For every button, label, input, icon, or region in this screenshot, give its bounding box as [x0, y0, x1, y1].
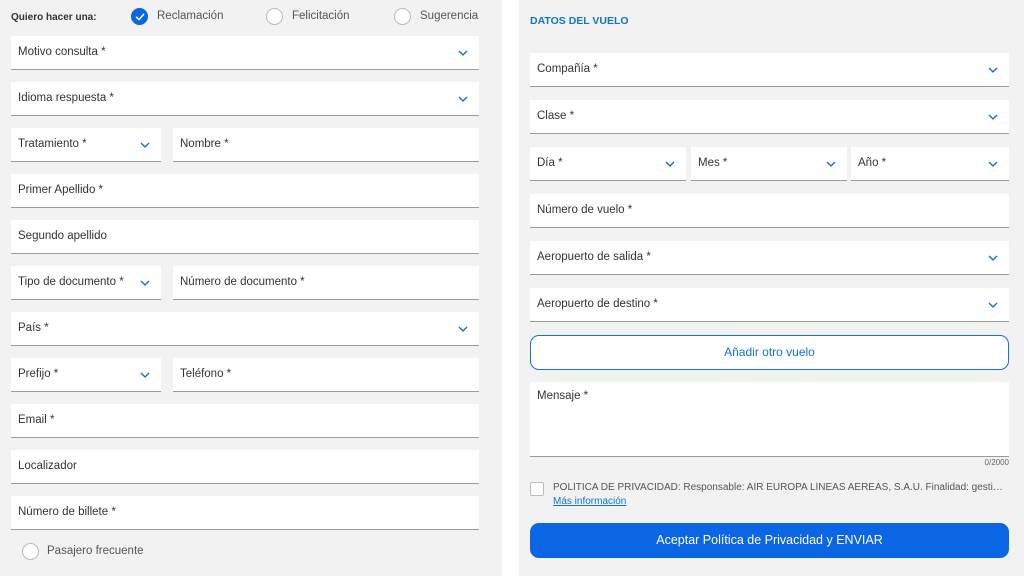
field-label: Motivo consulta *: [18, 46, 106, 58]
prefijo-select[interactable]: Prefijo *: [11, 358, 161, 392]
nombre-input[interactable]: Nombre *: [173, 128, 479, 162]
field-label: Teléfono *: [180, 368, 232, 380]
chevron-down-icon: [139, 277, 151, 289]
radio-label: Pasajero frecuente: [47, 545, 144, 557]
contact-type-question: Quiero hacer una:: [11, 12, 97, 23]
field-label: Clase *: [537, 110, 575, 122]
numero-billete-input[interactable]: Número de billete *: [11, 496, 479, 530]
privacy-text: POLÍTICA DE PRIVACIDAD: Responsable: AIR…: [553, 482, 1005, 493]
localizador-input[interactable]: Localizador: [11, 450, 479, 484]
radio-label: Sugerencia: [420, 10, 479, 22]
field-label: Compañía *: [537, 63, 598, 75]
telefono-input[interactable]: Teléfono *: [173, 358, 479, 392]
add-flight-button[interactable]: Añadir otro vuelo: [530, 335, 1009, 370]
aeropuerto-destino-select[interactable]: Aeropuerto de destino *: [530, 288, 1009, 322]
field-label: Idioma respuesta *: [18, 92, 114, 104]
field-label: Localizador: [18, 460, 77, 472]
numero-documento-input[interactable]: Número de documento *: [173, 266, 479, 300]
radio-label: Felicitación: [292, 10, 350, 22]
chevron-down-icon: [987, 111, 999, 123]
numero-vuelo-input[interactable]: Número de vuelo *: [530, 194, 1009, 228]
field-label: Segundo apellido: [18, 230, 107, 242]
chevron-down-icon: [987, 64, 999, 76]
segundo-apellido-input[interactable]: Segundo apellido: [11, 220, 479, 254]
radio-label: Reclamación: [157, 10, 224, 22]
field-label: Año *: [858, 157, 887, 169]
chevron-down-icon: [139, 369, 151, 381]
char-counter: 0/2000: [984, 458, 1009, 467]
field-label: Email *: [18, 414, 55, 426]
field-label: Número de documento *: [180, 276, 305, 288]
section-title: DATOS DEL VUELO: [530, 15, 629, 27]
field-label: Tratamiento *: [18, 138, 87, 150]
chevron-down-icon: [457, 323, 469, 335]
radio-unchecked-icon[interactable]: [22, 543, 39, 560]
mensaje-textarea[interactable]: Mensaje *: [530, 382, 1009, 457]
email-input[interactable]: Email *: [11, 404, 479, 438]
mes-select[interactable]: Mes *: [691, 147, 847, 181]
tipo-documento-select[interactable]: Tipo de documento *: [11, 266, 161, 300]
radio-checked-icon[interactable]: [131, 8, 148, 25]
field-label: Mes *: [698, 157, 728, 169]
chevron-down-icon: [987, 299, 999, 311]
idioma-respuesta-select[interactable]: Idioma respuesta *: [11, 82, 479, 116]
field-label: Día *: [537, 157, 563, 169]
flight-data-panel: DATOS DEL VUELO Compañía * Clase * Día *…: [519, 0, 1024, 576]
chevron-down-icon: [457, 93, 469, 105]
privacy-more-link[interactable]: Más información: [553, 496, 626, 507]
field-label: Mensaje *: [537, 390, 589, 402]
radio-unchecked-icon[interactable]: [394, 8, 411, 25]
field-label: Número de vuelo *: [537, 204, 633, 216]
privacy-checkbox[interactable]: [530, 482, 544, 496]
primer-apellido-input[interactable]: Primer Apellido *: [11, 174, 479, 208]
privacy-policy: POLÍTICA DE PRIVACIDAD: Responsable: AIR…: [530, 480, 1009, 510]
field-label: Aeropuerto de destino *: [537, 298, 658, 310]
submit-button[interactable]: Aceptar Política de Privacidad y ENVIAR: [530, 523, 1009, 558]
tratamiento-select[interactable]: Tratamiento *: [11, 128, 161, 162]
chevron-down-icon: [987, 252, 999, 264]
field-label: Primer Apellido *: [18, 184, 104, 196]
field-label: Tipo de documento *: [18, 276, 124, 288]
chevron-down-icon: [664, 158, 676, 170]
pais-select[interactable]: País *: [11, 312, 479, 346]
field-label: Nombre *: [180, 138, 229, 150]
field-label: Número de billete *: [18, 506, 116, 518]
chevron-down-icon: [139, 139, 151, 151]
clase-select[interactable]: Clase *: [530, 100, 1009, 134]
aeropuerto-salida-select[interactable]: Aeropuerto de salida *: [530, 241, 1009, 275]
chevron-down-icon: [457, 47, 469, 59]
chevron-down-icon: [825, 158, 837, 170]
compania-select[interactable]: Compañía *: [530, 53, 1009, 87]
field-label: Prefijo *: [18, 368, 59, 380]
motivo-consulta-select[interactable]: Motivo consulta *: [11, 36, 479, 70]
personal-data-panel: Quiero hacer una: Reclamación Felicitaci…: [0, 0, 502, 576]
radio-unchecked-icon[interactable]: [266, 8, 283, 25]
anio-select[interactable]: Año *: [851, 147, 1009, 181]
dia-select[interactable]: Día *: [530, 147, 686, 181]
chevron-down-icon: [987, 158, 999, 170]
field-label: Aeropuerto de salida *: [537, 251, 651, 263]
field-label: País *: [18, 322, 49, 334]
